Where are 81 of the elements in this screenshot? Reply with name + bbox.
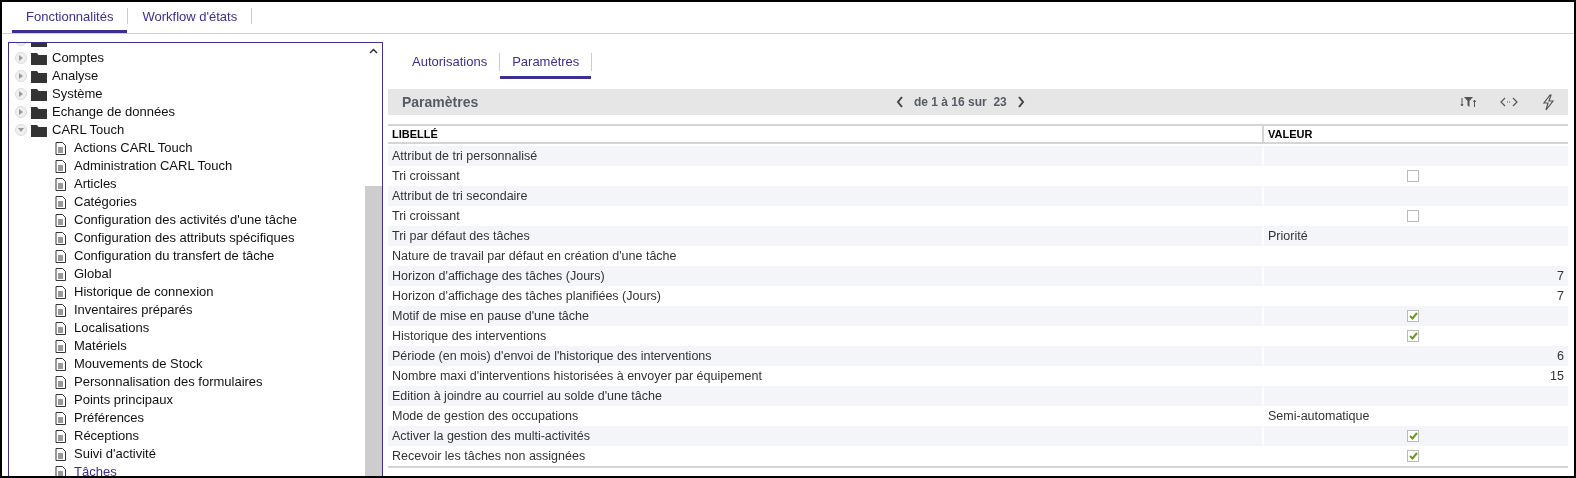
table-cell-text: Priorité	[1267, 227, 1308, 245]
tree-item[interactable]: Configuration des attributs spécifiques	[74, 228, 295, 248]
tree-item[interactable]: Comptes	[52, 48, 105, 68]
panel-title: Paramètres	[401, 92, 479, 112]
document-icon	[55, 159, 66, 173]
tree-item[interactable]: Global	[74, 264, 112, 284]
table-cell-text: 15	[1550, 367, 1565, 385]
tree-item[interactable]: Points principaux	[74, 390, 173, 410]
document-icon	[55, 357, 66, 371]
tree-item[interactable]: Inventaires préparés	[74, 300, 193, 320]
tree-item[interactable]: Historique de connexion	[74, 282, 214, 302]
document-icon	[55, 141, 66, 155]
table-cell-text: 7	[1557, 267, 1565, 285]
tab[interactable]: Workflow d'états	[128, 3, 252, 33]
tree-item[interactable]: Mouvements de Stock	[74, 354, 203, 374]
document-icon	[55, 411, 66, 425]
folder-icon	[31, 123, 48, 137]
tree-item[interactable]: Administration CARL Touch	[74, 156, 233, 176]
tree-item[interactable]: Configuration du transfert de tâche	[74, 246, 275, 266]
scroll-up-icon[interactable]	[369, 48, 378, 54]
previous-icon[interactable]	[896, 96, 904, 108]
document-icon	[55, 447, 66, 461]
folder-icon	[31, 105, 48, 119]
expander-icon[interactable]	[15, 70, 27, 82]
document-icon	[55, 465, 66, 476]
tree-item[interactable]: Préférences	[74, 408, 145, 428]
expander-icon[interactable]	[15, 52, 27, 64]
checkbox[interactable]	[1407, 450, 1419, 462]
document-icon	[55, 393, 66, 407]
next-icon[interactable]	[1016, 96, 1025, 108]
expander-icon[interactable]	[15, 88, 27, 100]
tree-item[interactable]: Localisations	[74, 318, 150, 338]
document-icon	[55, 303, 66, 317]
checkbox[interactable]	[1407, 430, 1419, 442]
tree-item[interactable]: Actions CARL Touch	[74, 138, 193, 158]
tree-item[interactable]: Réceptions	[74, 426, 140, 446]
folder-icon	[31, 87, 48, 101]
tab[interactable]: Paramètres	[500, 47, 592, 79]
document-icon	[55, 177, 66, 191]
tab[interactable]: Autorisations	[400, 47, 500, 79]
tree-item[interactable]: Système	[52, 84, 103, 104]
tree-item[interactable]: Configuration des activités d'une tâche	[74, 210, 297, 230]
checkbox[interactable]	[1407, 310, 1419, 322]
table-cell-text: 6	[1557, 347, 1565, 365]
document-icon	[55, 429, 66, 443]
column-header: VALEUR	[1267, 126, 1314, 142]
document-icon	[55, 249, 66, 263]
pager-text: de 1 à 16 sur 23	[914, 94, 1007, 111]
tree-item[interactable]: Tâches	[74, 462, 117, 476]
document-icon	[55, 375, 66, 389]
tree-item[interactable]: Matériels	[74, 336, 127, 356]
expander-icon[interactable]	[15, 106, 27, 118]
tree-item[interactable]: Analyse	[52, 66, 99, 86]
tree-item[interactable]: Personnalisation des formulaires	[74, 372, 263, 392]
document-icon	[55, 339, 66, 353]
scrollbar-thumb[interactable]	[365, 186, 382, 476]
expand-horizontal-icon[interactable]	[1500, 97, 1518, 107]
tree-item[interactable]: CARL Touch	[52, 120, 125, 140]
folder-icon	[31, 51, 48, 65]
checkbox[interactable]	[1407, 210, 1419, 222]
document-icon	[55, 267, 66, 281]
column-header: LIBELLÉ	[388, 126, 1264, 142]
folder-icon	[31, 69, 48, 83]
document-icon	[55, 213, 66, 227]
table-cell-text: Semi-automatique	[1267, 407, 1370, 425]
tree-item[interactable]: Catégories	[74, 192, 137, 212]
checkbox[interactable]	[1407, 170, 1419, 182]
lightning-icon[interactable]	[1542, 93, 1554, 111]
tree-item[interactable]: Suivi d'activité	[74, 444, 156, 464]
document-icon	[55, 231, 66, 245]
tab[interactable]: Fonctionnalités	[12, 3, 128, 33]
checkbox[interactable]	[1407, 330, 1419, 342]
tree-item[interactable]: Articles	[74, 174, 117, 194]
document-icon	[55, 195, 66, 209]
table-cell-text: 7	[1557, 287, 1565, 305]
document-icon	[55, 285, 66, 299]
tree-item[interactable]: Echange de données	[52, 102, 175, 122]
table-cell: Recevoir les tâches non assignées	[388, 446, 1264, 466]
expander-icon[interactable]	[15, 124, 27, 136]
document-icon	[55, 321, 66, 335]
filter-sort-icon[interactable]	[1460, 95, 1476, 109]
